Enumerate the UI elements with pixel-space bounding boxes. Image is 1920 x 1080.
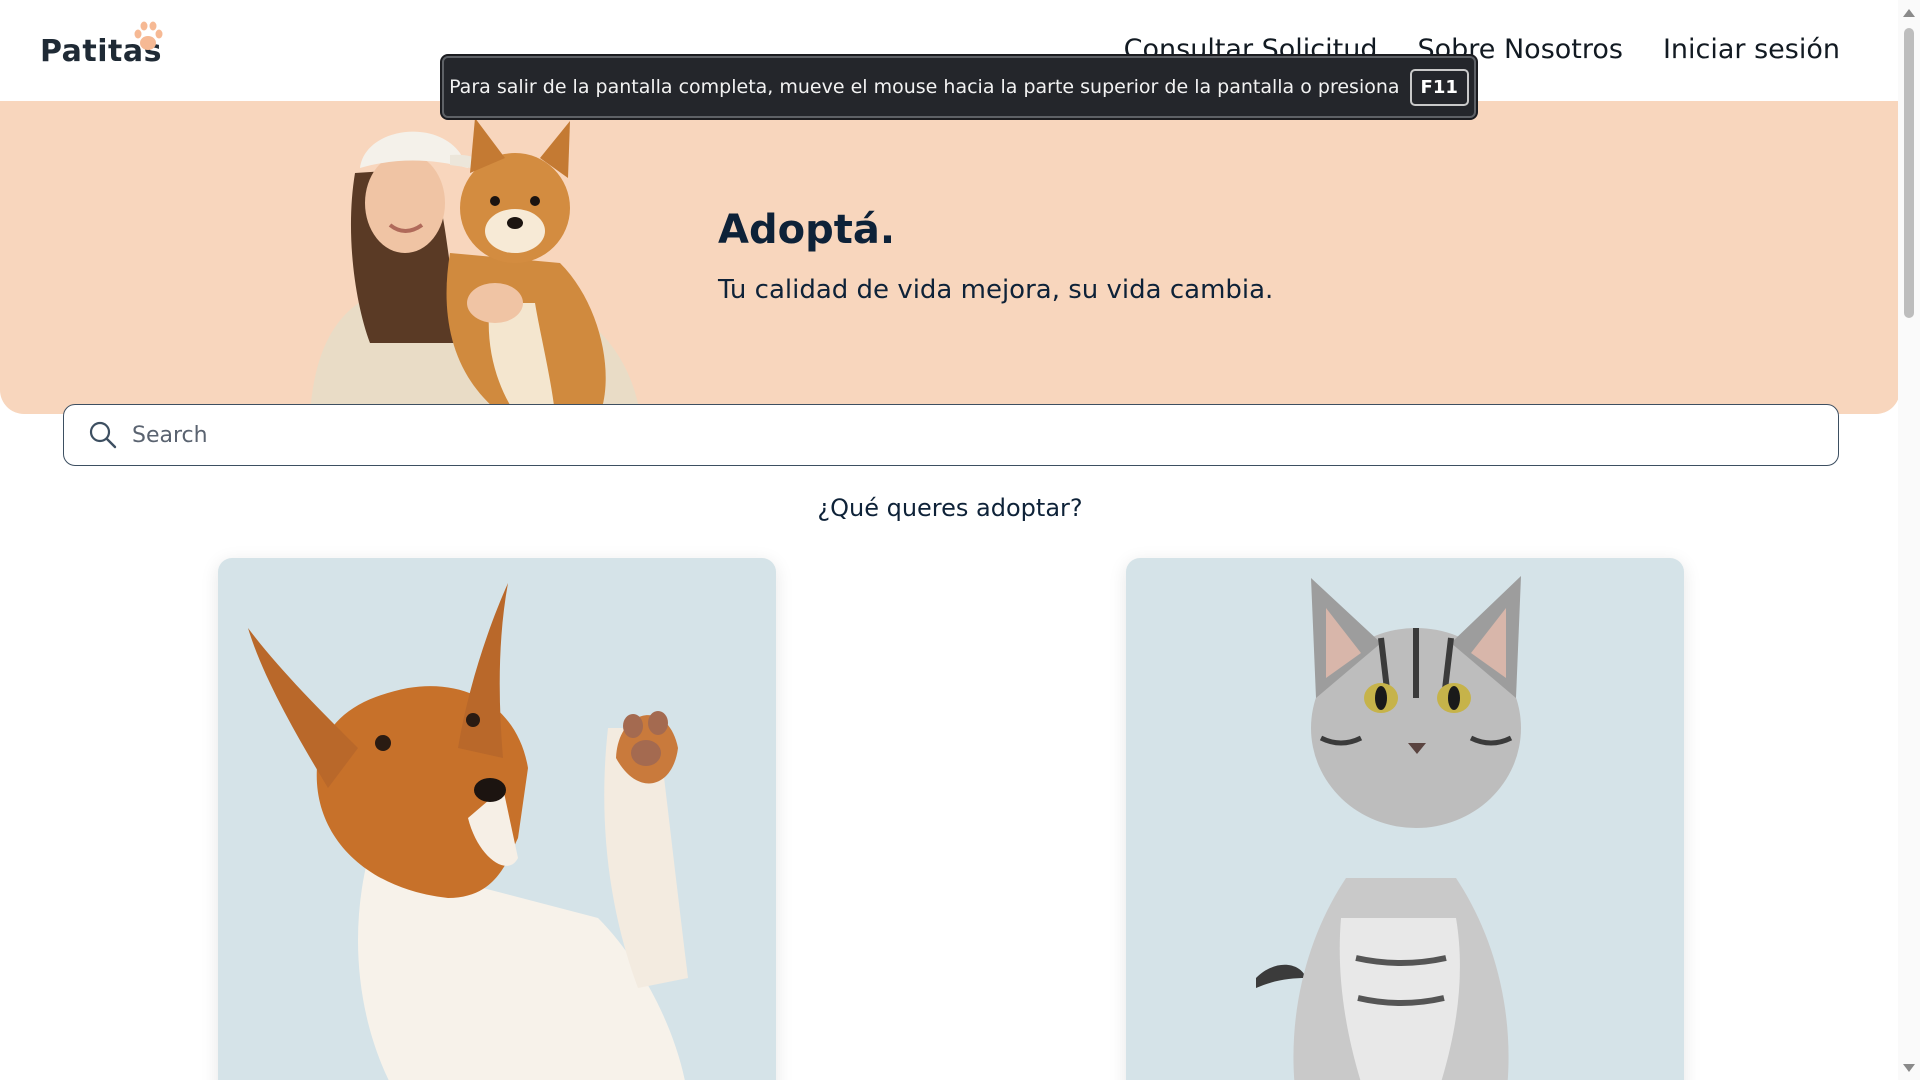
vertical-scrollbar[interactable]: [1898, 0, 1920, 1080]
woman-with-dog-image: [310, 118, 640, 414]
paw-icon: [134, 21, 163, 50]
search-bar: [63, 404, 1839, 466]
search-input[interactable]: [132, 422, 1812, 448]
dog-card[interactable]: [218, 558, 776, 1080]
hero-banner: Adoptá. Tu calidad de vida mejora, su vi…: [0, 101, 1900, 414]
scroll-up-arrow-icon[interactable]: [1903, 9, 1915, 17]
nav-iniciar-sesion[interactable]: Iniciar sesión: [1663, 34, 1840, 65]
fullscreen-notice-text: Para salir de la pantalla completa, muev…: [449, 76, 1400, 98]
fullscreen-exit-notice: Para salir de la pantalla completa, muev…: [442, 56, 1476, 118]
page: Patitas Consultar Solicitud Sobre Nosotr…: [0, 0, 1920, 1080]
hero-title: Adoptá.: [718, 207, 896, 253]
search-icon: [89, 421, 117, 449]
dog-photo: [248, 583, 688, 1080]
adopt-question: ¿Qué queres adoptar?: [817, 494, 1083, 522]
f11-key-badge: F11: [1409, 68, 1469, 106]
scrollbar-thumb[interactable]: [1904, 28, 1914, 318]
scroll-down-arrow-icon[interactable]: [1903, 1064, 1915, 1072]
hero-subtitle: Tu calidad de vida mejora, su vida cambi…: [718, 275, 1274, 305]
cat-photo: [1256, 576, 1521, 1080]
cat-card[interactable]: [1126, 558, 1684, 1080]
